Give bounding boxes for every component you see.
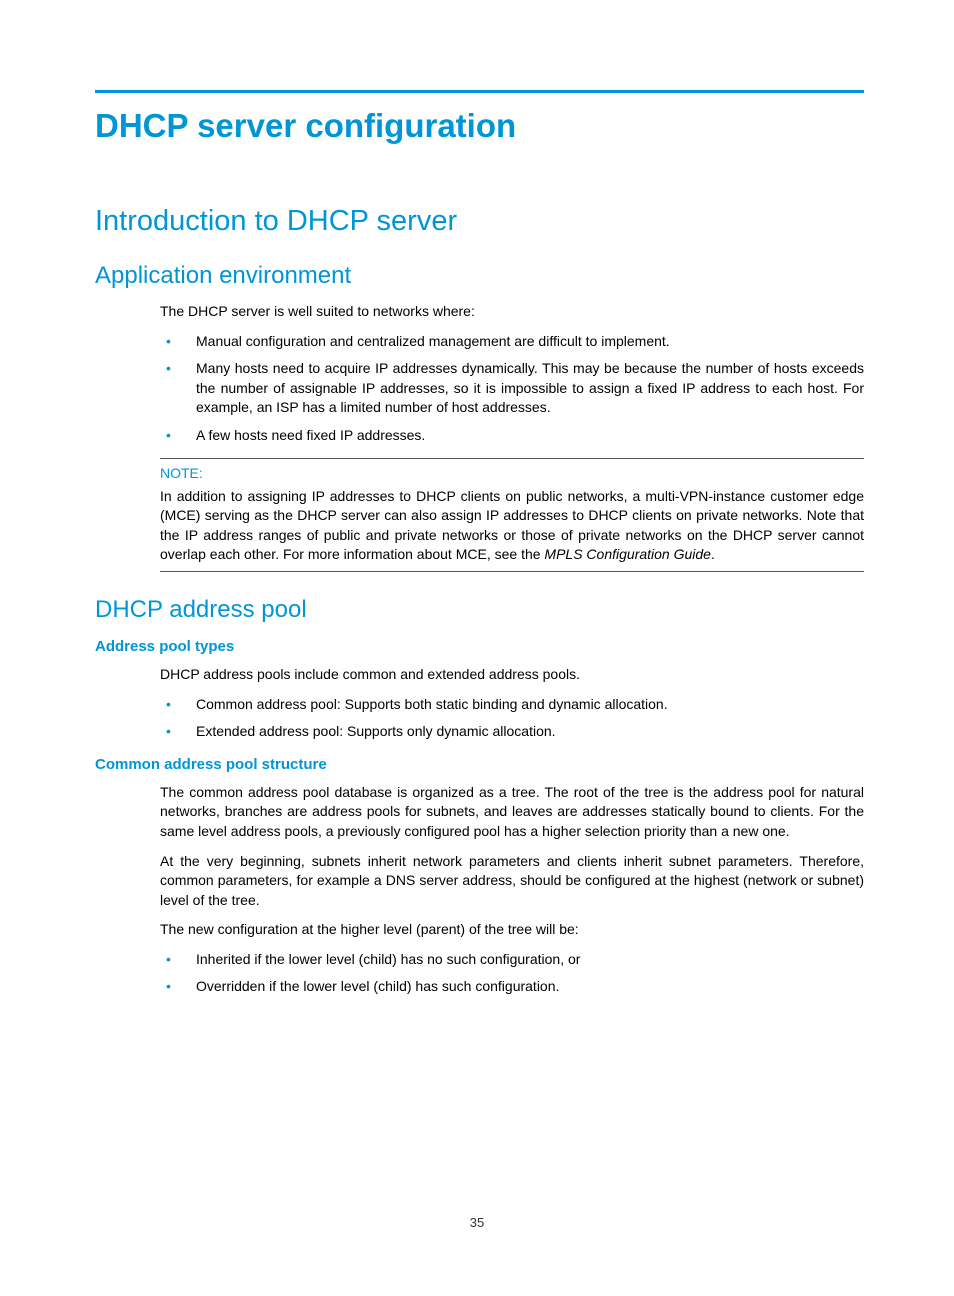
note-label: NOTE:	[160, 465, 864, 481]
list-item: Extended address pool: Supports only dyn…	[160, 722, 864, 742]
note-body-prefix: In addition to assigning IP addresses to…	[160, 488, 864, 563]
paragraph-struct-2: At the very beginning, subnets inherit n…	[160, 852, 864, 911]
title-rule	[95, 90, 864, 93]
bullets-pool-types: Common address pool: Supports both stati…	[160, 695, 864, 742]
paragraph-struct-1: The common address pool database is orga…	[160, 783, 864, 842]
bullets-app-env: Manual configuration and centralized man…	[160, 332, 864, 446]
subsubsection-common-structure: Common address pool structure	[95, 756, 864, 773]
list-item: Common address pool: Supports both stati…	[160, 695, 864, 715]
list-item: Manual configuration and centralized man…	[160, 332, 864, 352]
page-number: 35	[0, 1215, 954, 1230]
note-body-suffix: .	[711, 546, 715, 562]
page-title: DHCP server configuration	[95, 107, 864, 145]
paragraph-struct-3: The new configuration at the higher leve…	[160, 920, 864, 940]
bullets-struct: Inherited if the lower level (child) has…	[160, 950, 864, 997]
subsection-app-env: Application environment	[95, 262, 864, 290]
subsection-pool: DHCP address pool	[95, 596, 864, 624]
subsubsection-pool-types: Address pool types	[95, 638, 864, 655]
document-page: DHCP server configuration Introduction t…	[0, 0, 954, 1296]
list-item: Many hosts need to acquire IP addresses …	[160, 359, 864, 418]
paragraph-pool-types: DHCP address pools include common and ex…	[160, 665, 864, 685]
list-item: Inherited if the lower level (child) has…	[160, 950, 864, 970]
note-body-italic: MPLS Configuration Guide	[544, 546, 711, 562]
list-item: Overridden if the lower level (child) ha…	[160, 977, 864, 997]
section-intro: Introduction to DHCP server	[95, 205, 864, 238]
note-body: In addition to assigning IP addresses to…	[160, 487, 864, 565]
paragraph-intro: The DHCP server is well suited to networ…	[160, 302, 864, 322]
list-item: A few hosts need fixed IP addresses.	[160, 426, 864, 446]
note-box: NOTE: In addition to assigning IP addres…	[160, 458, 864, 572]
